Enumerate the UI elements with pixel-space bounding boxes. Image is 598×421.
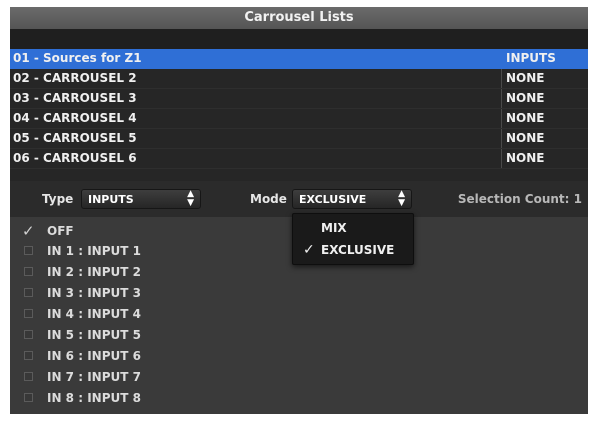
list-item[interactable]: IN 5 : INPUT 5 <box>10 325 588 345</box>
list-row-name: 05 - CARROUSEL 5 <box>13 131 137 145</box>
list-row-name: 02 - CARROUSEL 2 <box>13 71 137 85</box>
window-title: Carrousel Lists <box>244 10 354 25</box>
item-label: IN 6 : INPUT 6 <box>47 349 141 363</box>
mode-option-mix[interactable]: MIX <box>293 217 413 239</box>
checkbox[interactable] <box>24 372 33 381</box>
toolbar-strip <box>10 29 588 49</box>
checkbox[interactable] <box>24 267 33 276</box>
list-row-type: NONE <box>506 91 545 105</box>
column-divider <box>501 109 502 128</box>
checkbox[interactable] <box>24 288 33 297</box>
mode-dropdown-menu: MIX ✓ EXCLUSIVE <box>292 213 414 265</box>
list-item[interactable]: IN 4 : INPUT 4 <box>10 304 588 324</box>
updown-arrows-icon: ▲ ▼ <box>187 189 194 208</box>
type-select-value: INPUTS <box>88 193 134 206</box>
column-divider <box>501 129 502 148</box>
checkbox[interactable] <box>24 309 33 318</box>
mode-label: Mode <box>250 192 287 206</box>
checkbox[interactable] <box>24 351 33 360</box>
selection-count: Selection Count: 1 <box>457 192 582 206</box>
list-row-3[interactable]: 03 - CARROUSEL 3 NONE <box>10 89 588 109</box>
item-label: IN 8 : INPUT 8 <box>47 391 141 405</box>
list-row-2[interactable]: 02 - CARROUSEL 2 NONE <box>10 69 588 89</box>
list-settings-bar: Type INPUTS ▲ ▼ Mode EXCLUSIVE ▲ ▼ Selecti… <box>10 181 588 217</box>
list-row-name: 06 - CARROUSEL 6 <box>13 151 137 165</box>
list-item[interactable]: IN 7 : INPUT 7 <box>10 367 588 387</box>
column-divider <box>501 149 502 168</box>
item-label: IN 7 : INPUT 7 <box>47 370 141 384</box>
list-row-5[interactable]: 05 - CARROUSEL 5 NONE <box>10 129 588 149</box>
mode-option-exclusive[interactable]: ✓ EXCLUSIVE <box>293 239 413 261</box>
list-row-4[interactable]: 04 - CARROUSEL 4 NONE <box>10 109 588 129</box>
list-row-type: INPUTS <box>506 51 556 65</box>
list-row-type: NONE <box>506 151 545 165</box>
column-divider <box>501 49 502 68</box>
option-label: MIX <box>321 221 347 235</box>
checkbox[interactable] <box>24 330 33 339</box>
list-item[interactable]: IN 8 : INPUT 8 <box>10 388 588 408</box>
list-row-name: 04 - CARROUSEL 4 <box>13 111 137 125</box>
list-row-6[interactable]: 06 - CARROUSEL 6 NONE <box>10 149 588 169</box>
list-row-type: NONE <box>506 131 545 145</box>
list-row-1[interactable]: 01 - Sources for Z1 INPUTS <box>10 49 588 69</box>
column-divider <box>501 89 502 108</box>
type-label: Type <box>42 192 74 206</box>
mode-select[interactable]: EXCLUSIVE ▲ ▼ <box>292 189 412 209</box>
list-row-name: 03 - CARROUSEL 3 <box>13 91 137 105</box>
close-icon[interactable] <box>522 7 542 29</box>
item-label: IN 4 : INPUT 4 <box>47 307 141 321</box>
column-divider <box>501 69 502 88</box>
checkbox[interactable] <box>24 246 33 255</box>
list-row-type: NONE <box>506 71 545 85</box>
item-label: IN 5 : INPUT 5 <box>47 328 141 342</box>
updown-arrows-icon: ▲ ▼ <box>398 189 405 208</box>
item-label: IN 2 : INPUT 2 <box>47 265 141 279</box>
item-label: OFF <box>47 224 74 238</box>
list-item[interactable]: IN 2 : INPUT 2 <box>10 262 588 282</box>
checkmark-icon: ✓ <box>22 222 35 240</box>
item-label: IN 1 : INPUT 1 <box>47 244 141 258</box>
list-item[interactable]: IN 6 : INPUT 6 <box>10 346 588 366</box>
list-row-type: NONE <box>506 111 545 125</box>
list-item[interactable]: IN 3 : INPUT 3 <box>10 283 588 303</box>
title-bar: Carrousel Lists <box>10 7 588 29</box>
checkmark-icon: ✓ <box>303 242 315 258</box>
list-row-name: 01 - Sources for Z1 <box>13 51 142 65</box>
type-select[interactable]: INPUTS ▲ ▼ <box>81 189 201 209</box>
option-label: EXCLUSIVE <box>321 243 395 257</box>
checkbox[interactable] <box>24 393 33 402</box>
mode-select-value: EXCLUSIVE <box>299 193 367 206</box>
item-label: IN 3 : INPUT 3 <box>47 286 141 300</box>
carrousel-list: 01 - Sources for Z1 INPUTS 02 - CARROUSE… <box>10 49 588 181</box>
carrousel-lists-window: Carrousel Lists 01 - Sources for Z1 INPU… <box>10 7 588 414</box>
